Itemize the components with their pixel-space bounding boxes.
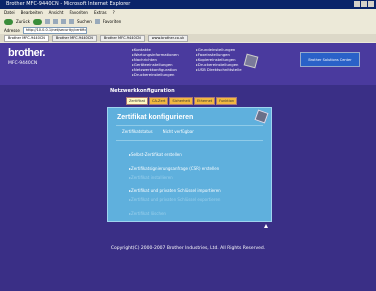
certificate-icon [254,109,269,124]
panel-title: Zertifikat konfigurieren [117,114,194,121]
browser-tab-4[interactable]: www.brother.co.uk [147,34,189,42]
nav-link-drucker[interactable]: Druckereinstellungen [132,72,179,77]
search-icon[interactable] [68,19,74,24]
link-delete-cert: Zertifikat löschen [129,211,166,216]
browser-chrome: Datei Bearbeiten Ansicht Favoriten Extra… [0,9,376,43]
menu-item-extras[interactable]: Extras [94,9,107,17]
tab-sicherheit[interactable]: Sicherheit [169,97,194,105]
divider [116,140,263,141]
link-create-self-cert[interactable]: Selbst-Zertifikat erstellen [129,152,182,157]
tab-ethernet[interactable]: Ethernet [194,97,216,105]
status-row: Zertifikatstatus Nicht verfügbar [122,129,194,134]
section-title: Netzwerkkonfiguration [110,88,175,94]
link-import-cert[interactable]: Zertifikat und privaten Schlüssel import… [129,188,221,193]
link-create-csr[interactable]: Zertifikatsignierungsanfrage (CSR) erste… [129,166,219,171]
printer-icon [243,53,259,69]
link-export-cert: Zertifikat und privaten Schlüssel export… [129,197,220,202]
menu-bar: Datei Bearbeiten Ansicht Favoriten Extra… [0,9,376,17]
tab-ca-zert[interactable]: CA-Zert [149,97,169,105]
page-header: brother. MFC-9440CN Kontakte Wartungsinf… [0,43,376,85]
back-icon[interactable] [4,18,13,25]
tab-bar: Brother MFC-9440CN Brother MFC-9440CN Br… [0,34,376,42]
status-value: Nicht verfügbar [162,129,194,134]
search-label[interactable]: Suchen [77,19,92,24]
nav-column-left: Kontakte Wartungsinformationen Nachricht… [132,47,179,77]
window-title: Brother MFC-9440CN - Microsoft Internet … [6,1,131,7]
browser-toolbar: Zurück Suchen Favoriten [0,17,376,26]
stop-icon[interactable] [44,19,50,24]
browser-tab-1[interactable]: Brother MFC-9440CN [4,34,49,42]
refresh-icon[interactable] [52,19,58,24]
tab-funktion[interactable]: Funktion [216,97,238,105]
divider [116,125,263,126]
menu-item-bearbeiten[interactable]: Bearbeiten [21,9,43,17]
browser-window: Brother MFC-9440CN - Microsoft Internet … [0,0,376,291]
section-tabs: Zertifikat CA-Zert Sicherheit Ethernet F… [126,97,238,105]
favorites-label[interactable]: Favoriten [103,19,122,24]
favorites-icon[interactable] [94,19,100,24]
status-label: Zertifikatstatus [122,129,153,134]
address-label: Adresse [4,27,20,33]
address-input[interactable]: http://10.0.0.1/net/security/certificate… [22,26,87,34]
menu-item-favoriten[interactable]: Favoriten [69,9,88,17]
model-name: MFC-9440CN [8,61,38,66]
nav-column-right: Grundeinstellungen Faxeinstellungen Kopi… [196,47,242,72]
back-label[interactable]: Zurück [16,19,30,24]
maximize-button[interactable] [361,1,367,7]
menu-item-datei[interactable]: Datei [4,9,15,17]
menu-item-ansicht[interactable]: Ansicht [49,9,64,17]
certificate-panel: Zertifikat konfigurieren Zertifikatstatu… [107,107,272,222]
tab-zertifikat[interactable]: Zertifikat [126,97,149,105]
brother-logo: brother. [8,47,45,59]
minimize-button[interactable] [354,1,360,7]
nav-link-usb[interactable]: USB Direktschnittstelle [196,67,242,72]
browser-tab-2[interactable]: Brother MFC-9440CN [51,34,97,42]
browser-tab-3[interactable]: Brother MFC-9440CN [99,34,145,42]
mouse-cursor-icon [264,224,268,228]
close-button[interactable] [368,1,374,7]
link-install-cert: Zertifikat installieren [129,175,173,180]
forward-icon[interactable] [32,18,42,25]
home-icon[interactable] [60,19,66,24]
window-title-bar: Brother MFC-9440CN - Microsoft Internet … [0,0,376,9]
solutions-center-button[interactable]: Brother Solutions Center [300,52,360,67]
footer-copyright: Copyright(C) 2000-2007 Brother Industrie… [110,246,266,251]
address-bar: Adresse http://10.0.0.1/net/security/cer… [0,26,376,34]
menu-item-help[interactable]: ? [113,9,115,17]
